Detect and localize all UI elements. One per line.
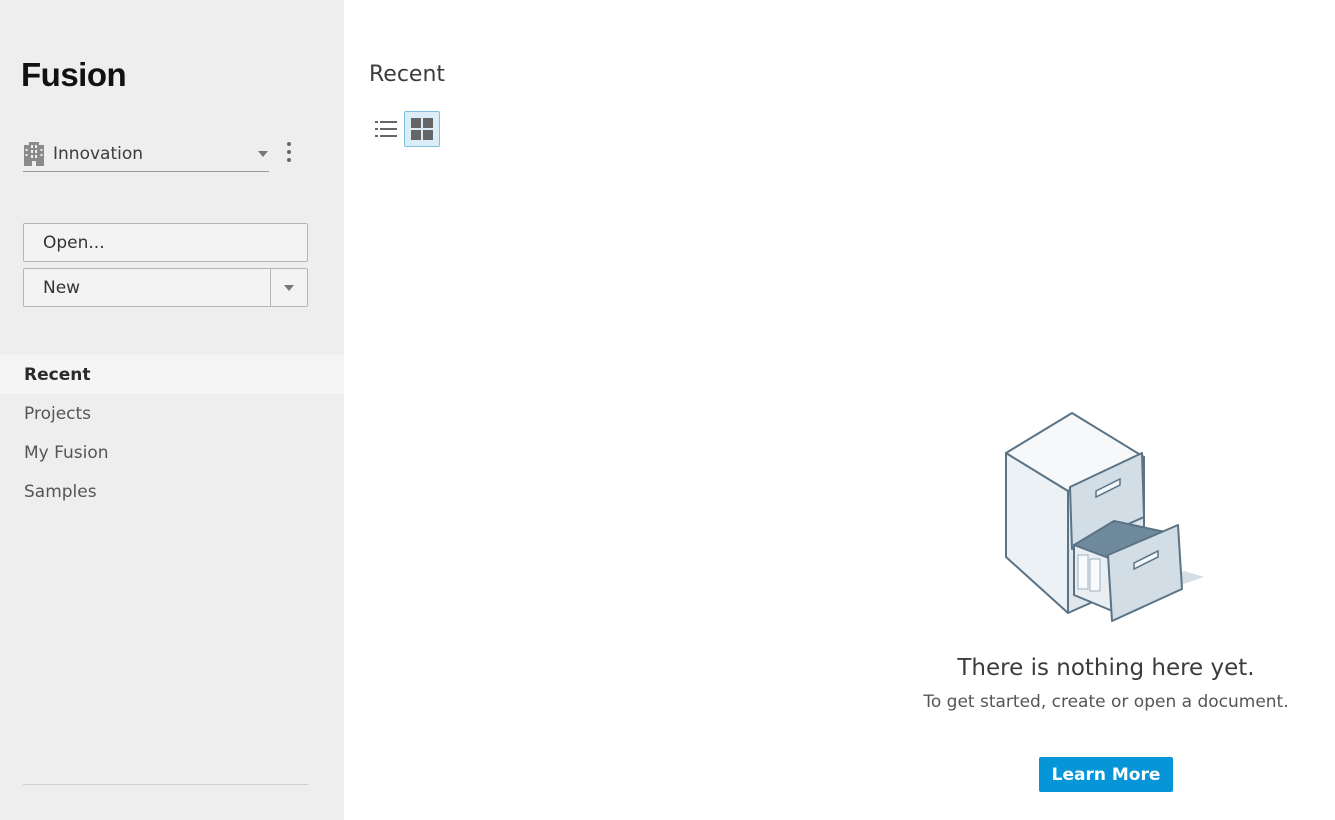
sidebar-divider	[23, 784, 308, 785]
chevron-down-icon	[284, 284, 294, 291]
sidebar-item-my-fusion[interactable]: My Fusion	[0, 433, 344, 472]
new-button[interactable]: New	[23, 268, 271, 307]
chevron-down-icon	[258, 151, 268, 157]
sidebar-nav: Recent Projects My Fusion Samples	[0, 355, 344, 511]
sidebar-item-samples[interactable]: Samples	[0, 472, 344, 511]
open-button[interactable]: Open...	[23, 223, 308, 262]
sidebar-item-recent[interactable]: Recent	[0, 355, 344, 394]
list-view-button[interactable]	[369, 111, 403, 146]
more-options-icon[interactable]	[280, 137, 298, 167]
empty-state-title: There is nothing here yet.	[957, 655, 1255, 681]
learn-more-button[interactable]: Learn More	[1039, 757, 1173, 792]
list-view-icon	[375, 120, 397, 137]
file-cabinet-icon	[1005, 412, 1204, 622]
page-title: Recent	[369, 62, 446, 87]
team-selector[interactable]: Innovation	[23, 137, 269, 172]
team-name: Innovation	[53, 144, 144, 164]
new-dropdown-button[interactable]	[270, 268, 308, 307]
sidebar: Fusion Innovation Open... New Recent Pro…	[0, 0, 344, 820]
grid-view-icon	[411, 118, 433, 140]
sidebar-item-projects[interactable]: Projects	[0, 394, 344, 433]
empty-state-subtitle: To get started, create or open a documen…	[923, 692, 1289, 712]
app-brand: Fusion	[21, 56, 127, 93]
grid-view-button[interactable]	[404, 111, 440, 147]
building-icon	[24, 142, 44, 166]
